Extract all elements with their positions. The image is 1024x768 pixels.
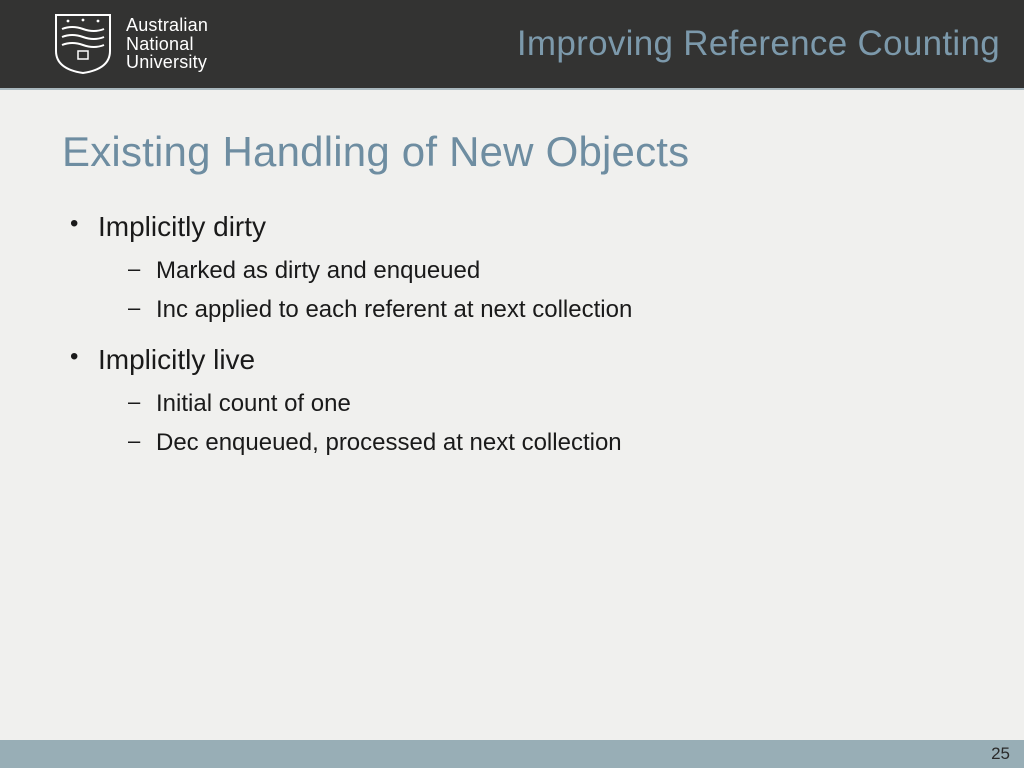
bullet-item: Implicitly dirty Marked as dirty and enq… bbox=[62, 208, 964, 327]
university-name: Australian National University bbox=[126, 16, 208, 73]
slide-title: Existing Handling of New Objects bbox=[62, 128, 964, 176]
bullet-text: Implicitly live bbox=[98, 344, 255, 375]
bullet-item: Implicitly live Initial count of one Dec… bbox=[62, 341, 964, 460]
sub-bullet-list: Initial count of one Dec enqueued, proce… bbox=[98, 387, 964, 460]
sub-bullet-item: Dec enqueued, processed at next collecti… bbox=[98, 426, 964, 460]
bullet-list: Implicitly dirty Marked as dirty and enq… bbox=[62, 208, 964, 460]
header-title: Improving Reference Counting bbox=[517, 24, 1000, 64]
crest-icon bbox=[54, 13, 112, 75]
sub-bullet-item: Initial count of one bbox=[98, 387, 964, 421]
slide: Australian National University Improving… bbox=[0, 0, 1024, 768]
header-bar: Australian National University Improving… bbox=[0, 0, 1024, 88]
sub-bullet-item: Marked as dirty and enqueued bbox=[98, 254, 964, 288]
sub-bullet-item: Inc applied to each referent at next col… bbox=[98, 293, 964, 327]
sub-bullet-list: Marked as dirty and enqueued Inc applied… bbox=[98, 254, 964, 327]
bullet-text: Implicitly dirty bbox=[98, 211, 266, 242]
footer-bar bbox=[0, 740, 1024, 768]
university-name-line2: National bbox=[126, 35, 208, 54]
university-logo: Australian National University bbox=[54, 13, 208, 75]
page-number: 25 bbox=[991, 744, 1010, 764]
header-rule bbox=[0, 88, 1024, 90]
university-name-line3: University bbox=[126, 53, 208, 72]
university-name-line1: Australian bbox=[126, 16, 208, 35]
slide-body: Existing Handling of New Objects Implici… bbox=[0, 88, 1024, 460]
